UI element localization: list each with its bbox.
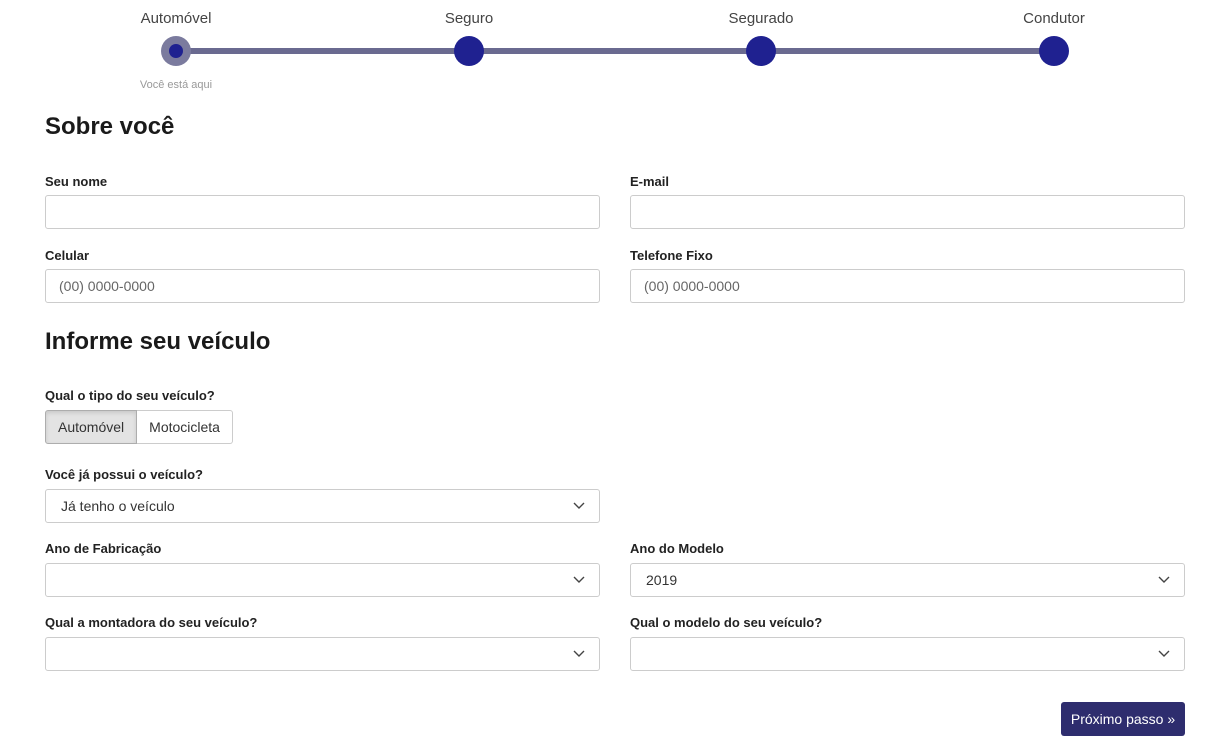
phone-input[interactable]: (00) 0000-0000 (630, 269, 1185, 303)
vehicle-type-motocicleta-button[interactable]: Motocicleta (137, 410, 233, 444)
year-model-label: Ano do Modelo (630, 541, 724, 556)
model-label: Qual o modelo do seu veículo? (630, 615, 823, 630)
section-title-vehicle: Informe seu veículo (45, 328, 271, 355)
owns-vehicle-label: Você já possui o veículo? (45, 467, 203, 482)
cell-input[interactable]: (00) 0000-0000 (45, 269, 600, 303)
step-label-automovel: Automóvel (140, 10, 212, 27)
next-step-button[interactable]: Próximo passo » (1061, 702, 1185, 736)
email-input[interactable] (630, 195, 1185, 229)
year-model-select[interactable]: 2019 (630, 563, 1185, 597)
model-select[interactable] (630, 637, 1185, 671)
year-model-value: 2019 (646, 572, 678, 588)
email-label: E-mail (630, 174, 670, 189)
chevron-down-icon (573, 502, 585, 509)
brand-label: Qual a montadora do seu veículo? (45, 615, 258, 630)
step-dot-seguro[interactable] (454, 36, 484, 66)
brand-select[interactable] (45, 637, 600, 671)
vehicle-type-label: Qual o tipo do seu veículo? (45, 388, 215, 403)
chevron-down-icon (1158, 650, 1170, 657)
step-dot-automovel[interactable] (161, 36, 191, 66)
name-input[interactable] (45, 195, 600, 229)
year-made-select[interactable] (45, 563, 600, 597)
phone-label: Telefone Fixo (630, 248, 713, 263)
name-label: Seu nome (45, 174, 108, 189)
step-track (176, 48, 1054, 54)
current-step-marker (169, 44, 183, 58)
chevron-down-icon (573, 650, 585, 657)
step-dot-segurado[interactable] (746, 36, 776, 66)
chevron-down-icon (573, 576, 585, 583)
step-label-condutor: Condutor (1023, 10, 1085, 27)
step-label-segurado: Segurado (728, 10, 794, 27)
vehicle-type-automovel-button[interactable]: Automóvel (45, 410, 138, 444)
cell-label: Celular (45, 248, 90, 263)
year-made-label: Ano de Fabricação (45, 541, 162, 556)
chevron-down-icon (1158, 576, 1170, 583)
step-dot-condutor[interactable] (1039, 36, 1069, 66)
owns-vehicle-select[interactable]: Já tenho o veículo (45, 489, 600, 523)
step-label-seguro: Seguro (444, 10, 494, 27)
owns-vehicle-value: Já tenho o veículo (61, 498, 175, 514)
section-title-about: Sobre você (45, 113, 175, 140)
progress-stepper: Automóvel Seguro Segurado Condutor Você … (0, 0, 1225, 100)
vehicle-type-toggle: Automóvel Motocicleta (45, 410, 233, 444)
current-step-note: Você está aqui (139, 79, 213, 91)
